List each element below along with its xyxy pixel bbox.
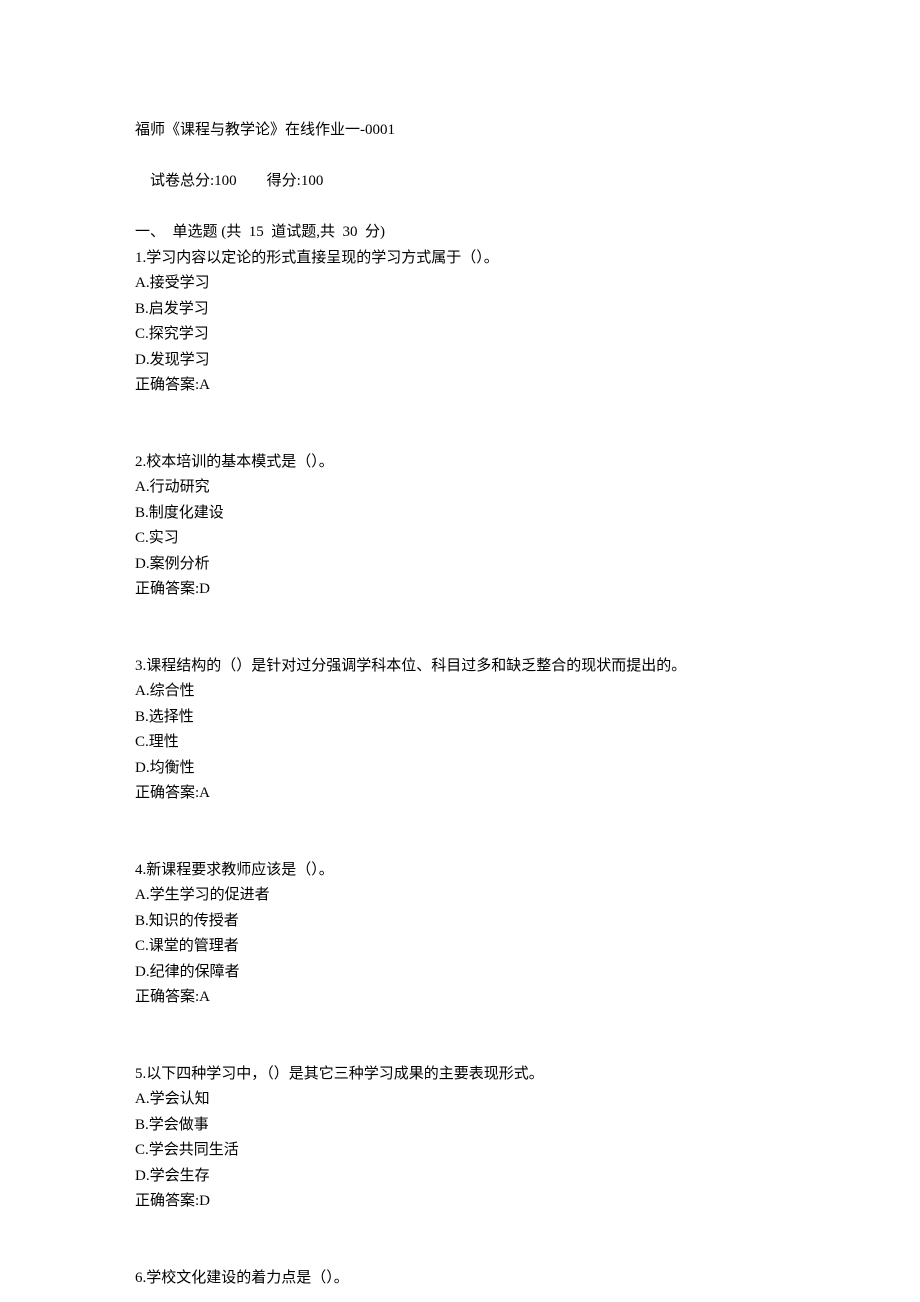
question-option: A.学会认知 <box>135 1087 785 1113</box>
question-block: 3.课程结构的（）是针对过分强调学科本位、科目过多和缺乏整合的现状而提出的。 A… <box>135 654 785 807</box>
question-option: B.制度化建设 <box>135 501 785 527</box>
question-option: C.探究学习 <box>135 322 785 348</box>
document-title: 福师《课程与教学论》在线作业一-0001 <box>135 118 785 144</box>
question-option: A.综合性 <box>135 679 785 705</box>
answer-label: 正确答案: <box>135 581 199 597</box>
answer-value: A <box>199 989 210 1005</box>
question-block: 4.新课程要求教师应该是（）。 A.学生学习的促进者 B.知识的传授者 C.课堂… <box>135 858 785 1011</box>
answer-line: 正确答案:D <box>135 577 785 603</box>
question-option: D.均衡性 <box>135 756 785 782</box>
question-block: 1.学习内容以定论的形式直接呈现的学习方式属于（）。 A.接受学习 B.启发学习… <box>135 246 785 399</box>
question-stem: 2.校本培训的基本模式是（）。 <box>135 450 785 476</box>
question-option: D.案例分析 <box>135 552 785 578</box>
question-option: A.行动研究 <box>135 475 785 501</box>
question-stem: 1.学习内容以定论的形式直接呈现的学习方式属于（）。 <box>135 246 785 272</box>
score-line: 试卷总分:100 得分:100 <box>135 144 785 221</box>
score-obtained-value: 100 <box>301 173 324 189</box>
question-block: 6.学校文化建设的着力点是（）。 <box>135 1266 785 1292</box>
answer-line: 正确答案:D <box>135 1189 785 1215</box>
question-block: 5.以下四种学习中，（）是其它三种学习成果的主要表现形式。 A.学会认知 B.学… <box>135 1062 785 1215</box>
section-header: 一、 单选题 (共 15 道试题,共 30 分) <box>135 220 785 246</box>
question-stem: 4.新课程要求教师应该是（）。 <box>135 858 785 884</box>
question-stem: 3.课程结构的（）是针对过分强调学科本位、科目过多和缺乏整合的现状而提出的。 <box>135 654 785 680</box>
score-total-label: 试卷总分: <box>150 173 214 189</box>
question-option: A.接受学习 <box>135 271 785 297</box>
question-option: C.实习 <box>135 526 785 552</box>
question-option: B.学会做事 <box>135 1113 785 1139</box>
question-stem: 5.以下四种学习中，（）是其它三种学习成果的主要表现形式。 <box>135 1062 785 1088</box>
question-stem: 6.学校文化建设的着力点是（）。 <box>135 1266 785 1292</box>
question-option: B.启发学习 <box>135 297 785 323</box>
question-option: C.学会共同生活 <box>135 1138 785 1164</box>
answer-label: 正确答案: <box>135 377 199 393</box>
score-mid: 得分: <box>237 173 301 189</box>
question-option: C.课堂的管理者 <box>135 934 785 960</box>
answer-line: 正确答案:A <box>135 781 785 807</box>
score-total-value: 100 <box>214 173 237 189</box>
question-option: D.学会生存 <box>135 1164 785 1190</box>
question-option: B.知识的传授者 <box>135 909 785 935</box>
answer-line: 正确答案:A <box>135 373 785 399</box>
question-option: D.纪律的保障者 <box>135 960 785 986</box>
answer-label: 正确答案: <box>135 989 199 1005</box>
answer-value: A <box>199 377 210 393</box>
question-option: B.选择性 <box>135 705 785 731</box>
answer-value: A <box>199 785 210 801</box>
question-block: 2.校本培训的基本模式是（）。 A.行动研究 B.制度化建设 C.实习 D.案例… <box>135 450 785 603</box>
answer-value: D <box>199 581 210 597</box>
answer-line: 正确答案:A <box>135 985 785 1011</box>
answer-label: 正确答案: <box>135 1193 199 1209</box>
document-page: 福师《课程与教学论》在线作业一-0001 试卷总分:100 得分:100 一、 … <box>0 0 920 1302</box>
answer-label: 正确答案: <box>135 785 199 801</box>
question-option: D.发现学习 <box>135 348 785 374</box>
answer-value: D <box>199 1193 210 1209</box>
question-option: A.学生学习的促进者 <box>135 883 785 909</box>
question-option: C.理性 <box>135 730 785 756</box>
